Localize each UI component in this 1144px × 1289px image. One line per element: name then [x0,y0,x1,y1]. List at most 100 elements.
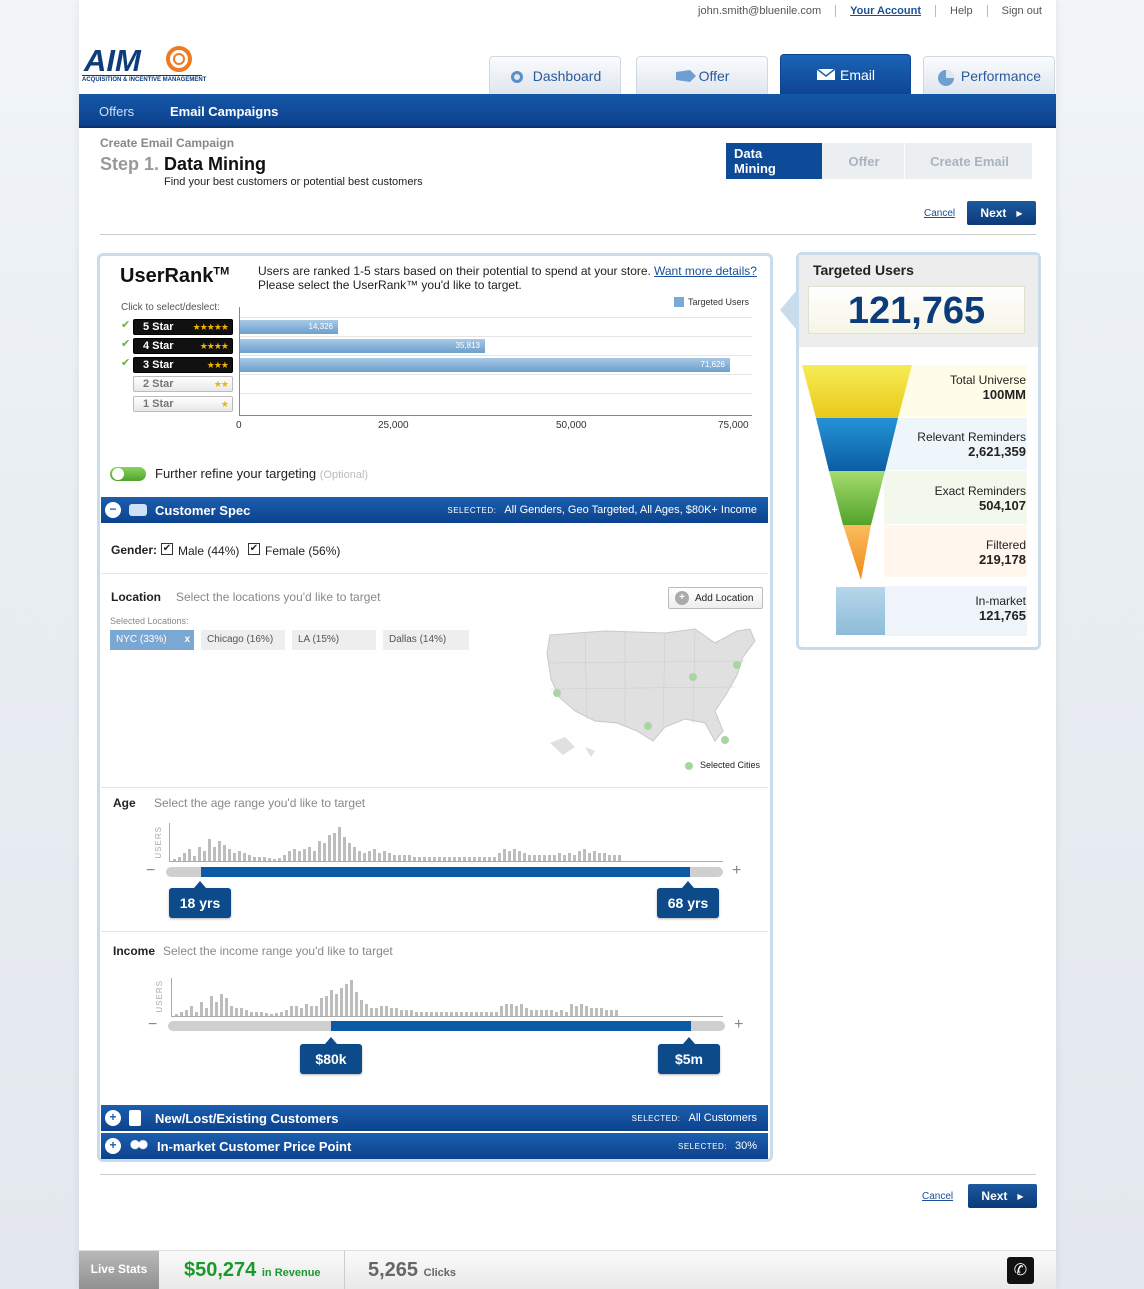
userrank-bar-5-star: 14,326 [240,320,338,334]
star-filter-3[interactable]: 3 Star ★★★ [133,357,233,373]
female-checkbox[interactable]: ✔ [248,543,260,555]
selected-value: All Customers [688,1112,757,1124]
funnel-label: Total Universe [949,373,1026,387]
refine-label: Further refine your targeting (Optional) [155,466,368,481]
histogram-bar [295,1006,298,1016]
tab-label: Email [839,66,875,83]
histogram-bar [315,1006,318,1016]
legend-swatch [674,297,684,307]
expand-icon[interactable]: + [105,1110,121,1126]
histogram-bar [205,1008,208,1016]
expand-icon[interactable]: + [105,1138,121,1154]
wizard-step-create-email[interactable]: Create Email [904,143,1032,179]
axis-tick: 50,000 [556,420,587,431]
cancel-link-bottom[interactable]: Cancel [922,1191,953,1202]
wizard-step-data-mining[interactable]: Data Mining [726,143,822,179]
histogram-bar [380,1006,383,1016]
histogram-bar [290,1006,293,1016]
cancel-link-top[interactable]: Cancel [924,208,955,219]
age-min-handle[interactable]: 18 yrs [169,881,231,918]
chip-label: NYC (33%) [116,634,167,645]
tab-offer[interactable]: Offer [636,56,768,94]
help-link[interactable]: Help [935,5,987,17]
next-button-bottom[interactable]: Next ▶ [968,1184,1037,1208]
funnel-value: 100MM [982,387,1026,402]
histogram-bar [568,853,571,861]
male-checkbox[interactable]: ✔ [161,543,173,555]
customer-spec-header[interactable]: − Customer Spec SELECTED: All Genders, Ge… [101,497,768,523]
your-account-link[interactable]: Your Account [835,5,935,17]
histogram-bar [430,1012,433,1016]
pie-chart-icon [937,69,954,86]
age-histogram [173,823,621,861]
histogram-bar [418,857,421,861]
phone-icon[interactable]: ✆ [1007,1257,1034,1284]
aim-logo[interactable]: AIM ACQUISITION & INCENTIVE MANAGEMENT [82,42,206,86]
new-lost-existing-header[interactable]: + New/Lost/Existing Customers SELECTED: A… [101,1105,768,1131]
live-stats-bar: Live Stats $50,274 in Revenue 5,265 Clic… [79,1250,1056,1289]
income-plus-button[interactable]: + [734,1016,743,1034]
funnel-label: Relevant Reminders [917,430,1026,444]
histogram-bar [363,853,366,861]
location-chip-la[interactable]: LA (15%) [292,630,376,650]
star-filter-4[interactable]: 4 Star ★★★★ [133,338,233,354]
chevron-right-icon: ▶ [1016,208,1023,218]
user-email: john.smith@bluenile.com [698,5,822,17]
remove-icon[interactable]: x [184,630,190,650]
wizard-step-offer[interactable]: Offer [822,143,904,179]
userrank-bar-3-star: 71,626 [240,358,730,372]
histogram-bar [268,858,271,861]
selected-label: SELECTED: [631,1114,681,1123]
age-max-handle[interactable]: 68 yrs [657,881,719,918]
sign-out-link[interactable]: Sign out [986,5,1056,17]
location-chip-dallas[interactable]: Dallas (14%) [383,630,469,650]
histogram-bar [435,1012,438,1016]
location-chip-chicago[interactable]: Chicago (16%) [201,630,285,650]
dashboard-icon [509,69,525,83]
star-filter-2[interactable]: 2 Star ★★ [133,376,233,392]
income-min-handle[interactable]: $80k [300,1037,362,1074]
histogram-axis [171,978,172,1016]
age-plus-button[interactable]: + [732,862,741,880]
more-details-link[interactable]: Want more details? [654,264,757,278]
histogram-bar [225,998,228,1016]
collapse-icon[interactable]: − [105,502,121,518]
age-hint: Select the age range you'd like to targe… [154,796,366,810]
subnav-email-campaigns[interactable]: Email Campaigns [170,104,278,119]
histogram-bar [180,1012,183,1016]
income-minus-button[interactable]: − [148,1016,157,1034]
selected-locations-label: Selected Locations: [110,616,189,626]
histogram-bar [575,1006,578,1016]
tab-performance[interactable]: Performance [923,56,1055,94]
histogram-bar [375,1008,378,1016]
histogram-bar [460,1012,463,1016]
funnel-value: 2,621,359 [968,444,1026,459]
histogram-bar [448,857,451,861]
star-filter-1[interactable]: 1 Star ★ [133,396,233,412]
histogram-bar [338,827,341,861]
star-icons: ★★ [213,379,229,389]
histogram-bar [353,847,356,861]
histogram-bar [303,849,306,861]
age-minus-button[interactable]: − [146,862,155,880]
histogram-bar [210,996,213,1016]
histogram-bar [453,857,456,861]
refine-toggle[interactable] [110,467,146,481]
histogram-bar [428,857,431,861]
tab-dashboard[interactable]: Dashboard [489,56,621,94]
axis-tick: 25,000 [378,420,409,431]
add-location-button[interactable]: + Add Location [668,587,763,609]
income-max-handle[interactable]: $5m [658,1037,720,1074]
city-marker-dallas [644,722,652,730]
subnav-offers[interactable]: Offers [99,104,134,119]
star-filter-5[interactable]: 5 Star ★★★★★ [133,319,233,335]
tab-email[interactable]: Email [780,54,911,94]
location-chip-nyc[interactable]: NYC (33%) x [110,630,194,650]
star-icons: ★ [220,399,229,409]
histogram-bar [285,1010,288,1016]
histogram-bar [248,855,251,861]
location-label: Location [111,590,161,604]
userrank-instruction: Please select the UserRank™ you'd like t… [258,278,522,292]
price-point-header[interactable]: + In-market Customer Price Point SELECTE… [101,1133,768,1159]
next-button-top[interactable]: Next ▶ [967,201,1036,225]
